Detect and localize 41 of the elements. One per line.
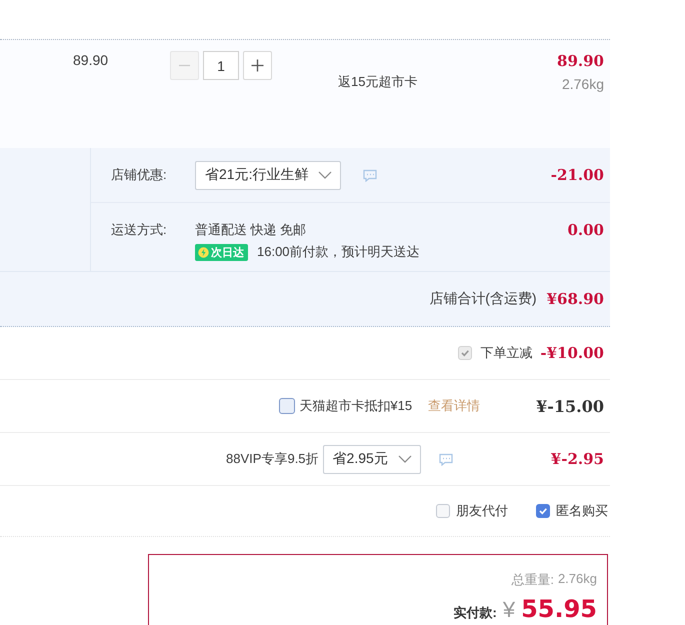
discount-amount: -21.00 xyxy=(550,166,604,184)
item-weight: 2.76kg xyxy=(562,76,604,92)
adjustment-amount: ¥-15.00 xyxy=(536,396,604,416)
store-total: ¥68.90 xyxy=(546,290,604,308)
card-label: 天猫超市卡抵扣¥15 xyxy=(299,397,412,415)
weight-label: 总重量: xyxy=(511,571,554,589)
check-icon xyxy=(460,348,470,358)
lightning-icon xyxy=(198,246,209,258)
plus-icon xyxy=(251,59,264,72)
discount-label: 下单立减 xyxy=(480,344,532,362)
quantity-field[interactable]: 1 xyxy=(203,51,239,80)
next-day-badge: 次日达 xyxy=(195,244,248,260)
field-label: 店铺优惠: xyxy=(111,166,168,184)
pay-amount: 55.95 xyxy=(521,595,597,623)
checkbox[interactable] xyxy=(536,504,550,518)
total-label: 店铺合计(含运费) xyxy=(429,290,537,308)
adjustment-amount: ¥-2.95 xyxy=(550,450,604,468)
chat-icon xyxy=(363,168,378,182)
check-icon xyxy=(538,506,548,516)
checkbox[interactable] xyxy=(279,398,296,414)
chevron-down-icon xyxy=(398,454,412,464)
item-subtotal: 89.90 xyxy=(557,52,604,70)
pay-label: 实付款: xyxy=(453,604,497,622)
promo-text: 返15元超市卡 xyxy=(338,73,418,91)
checkbox[interactable] xyxy=(436,504,450,518)
currency-sign: ¥ xyxy=(502,597,516,623)
delivery-note: 16:00前付款，预计明天送达 xyxy=(257,243,420,261)
field-label: 运送方式: xyxy=(111,221,168,239)
shipping-amount: 0.00 xyxy=(567,221,604,239)
chevron-down-icon xyxy=(318,170,332,180)
adjustment-amount: -¥10.00 xyxy=(540,344,604,362)
vip-label: 88VIP专享9.5折 xyxy=(226,450,319,468)
total-weight: 2.76kg xyxy=(558,571,597,588)
increase-button[interactable] xyxy=(243,51,272,80)
unit-price: 89.90 xyxy=(73,52,110,68)
option-label: 匿名购买 xyxy=(556,502,608,520)
option-label: 朋友代付 xyxy=(456,502,508,520)
coupon-dropdown[interactable]: 省2.95元 xyxy=(322,444,421,474)
shipping-method: 普通配送 快递 免邮 xyxy=(195,221,308,239)
chat-icon xyxy=(438,452,453,466)
coupon-dropdown[interactable]: 省21元:行业生鲜 xyxy=(195,160,342,190)
